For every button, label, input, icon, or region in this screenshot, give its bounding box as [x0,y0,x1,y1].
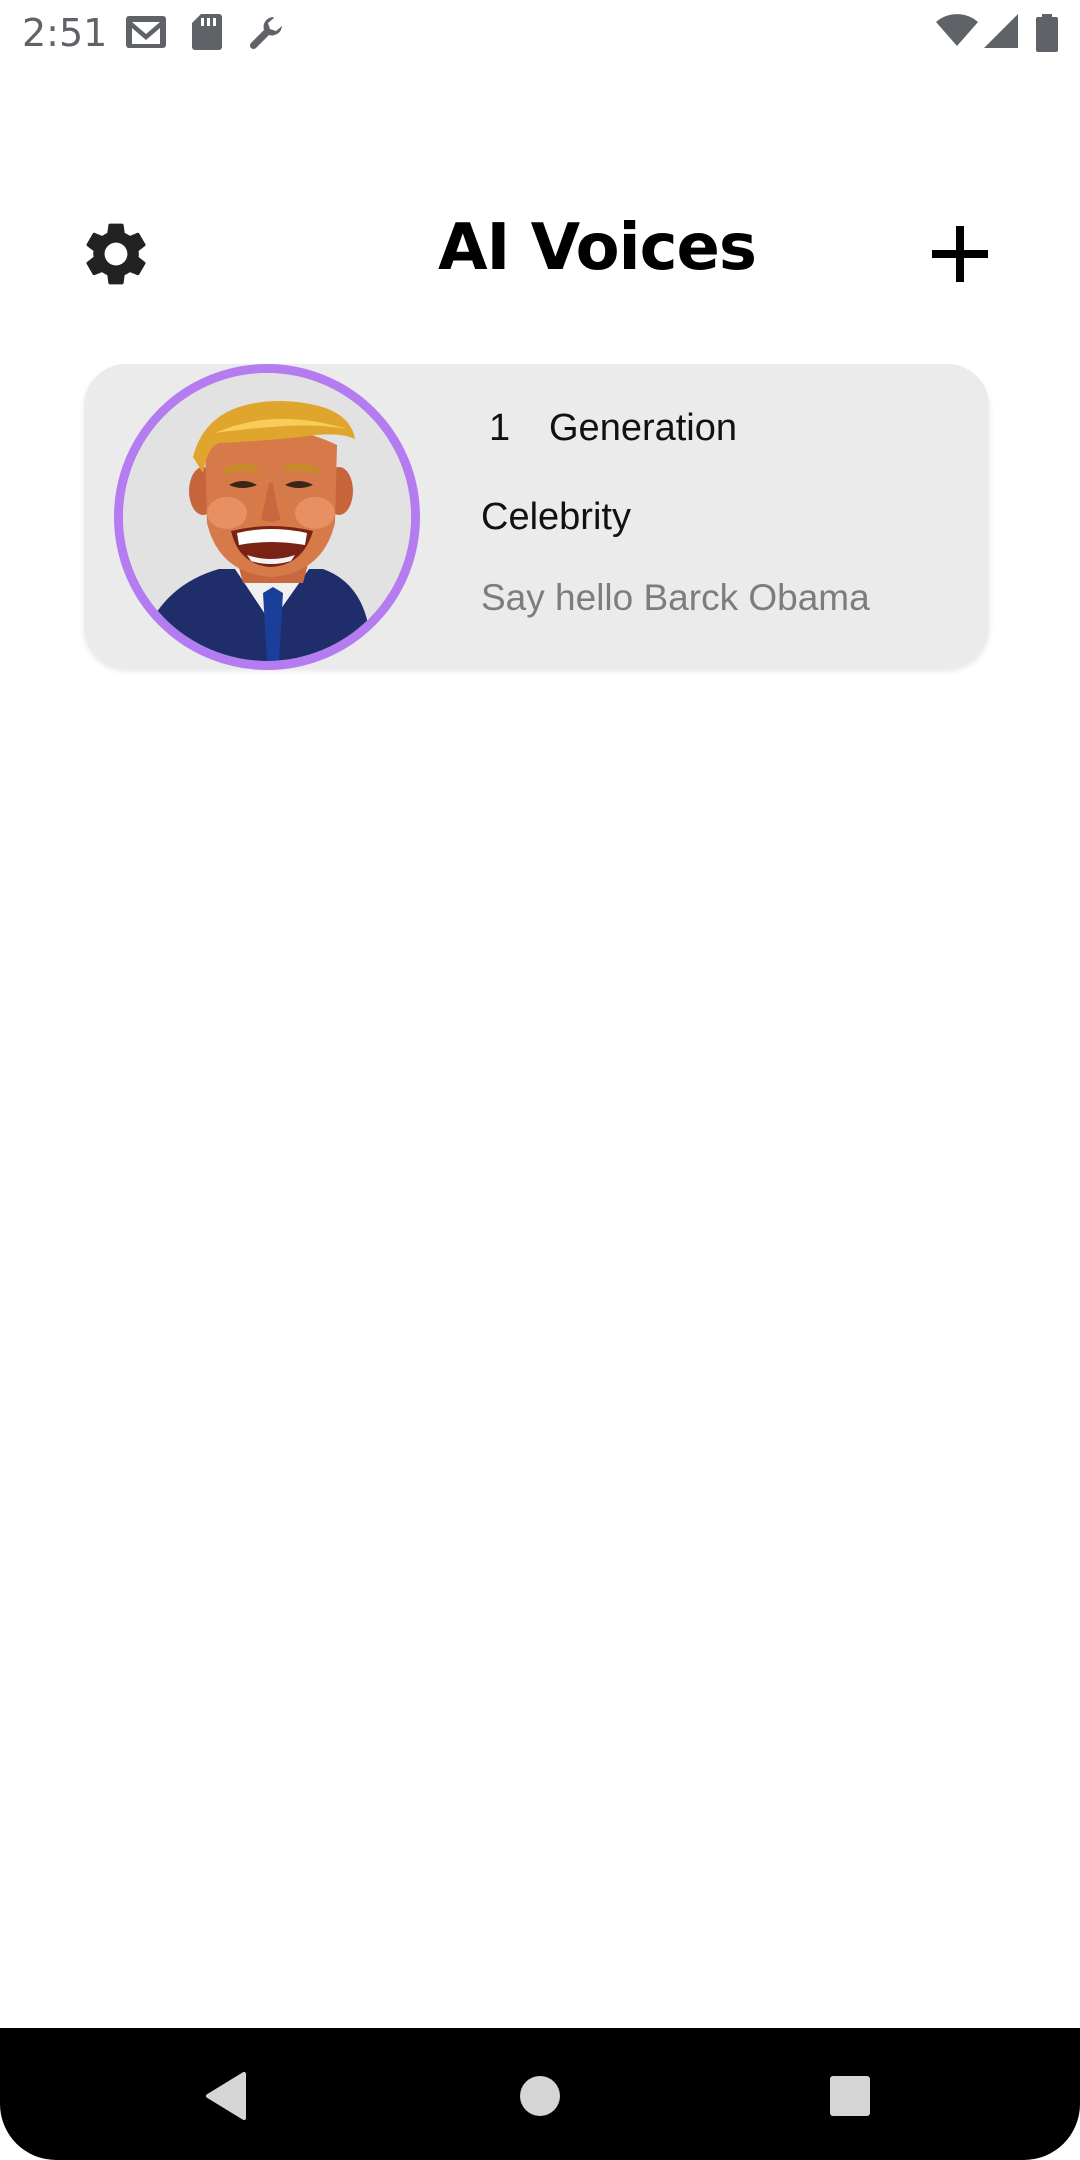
sd-card-icon [192,14,222,55]
nav-recents-button[interactable] [810,2058,890,2138]
back-triangle-icon [204,2071,248,2125]
gmail-icon [124,14,168,55]
nav-home-button[interactable] [500,2058,580,2138]
plus-icon [930,224,990,289]
status-time: 2:51 [22,11,108,55]
app-header: AI Voices [0,200,1080,310]
generation-label: Generation [549,407,738,449]
generation-count: 1 [489,407,511,449]
voice-category: Celebrity [481,496,631,538]
recents-square-icon [828,2074,872,2123]
app-screen: 2:51 AI Voices 1 Generation Celebrity Sa… [0,0,1080,2160]
voice-prompt-text: Say hello Barck Obama [481,577,870,618]
status-bar: 2:51 [0,0,1080,66]
voice-card-text: 1 Generation Celebrity Say hello Barck Ob… [481,364,971,668]
home-circle-icon [518,2074,562,2123]
nav-back-button[interactable] [186,2058,266,2138]
voice-card[interactable]: 1 Generation Celebrity Say hello Barck Ob… [84,364,989,670]
generation-row: 1 Generation [481,402,737,454]
page-title-text: AI Voices [438,211,757,285]
voice-avatar [114,364,420,670]
wrench-icon [248,14,288,59]
wifi-icon [936,14,978,53]
battery-icon [1036,14,1058,57]
cartoon-man-avatar [123,373,411,661]
system-nav-bar [0,2028,1080,2160]
add-voice-button[interactable] [918,214,1002,298]
cell-signal-icon [984,14,1018,53]
